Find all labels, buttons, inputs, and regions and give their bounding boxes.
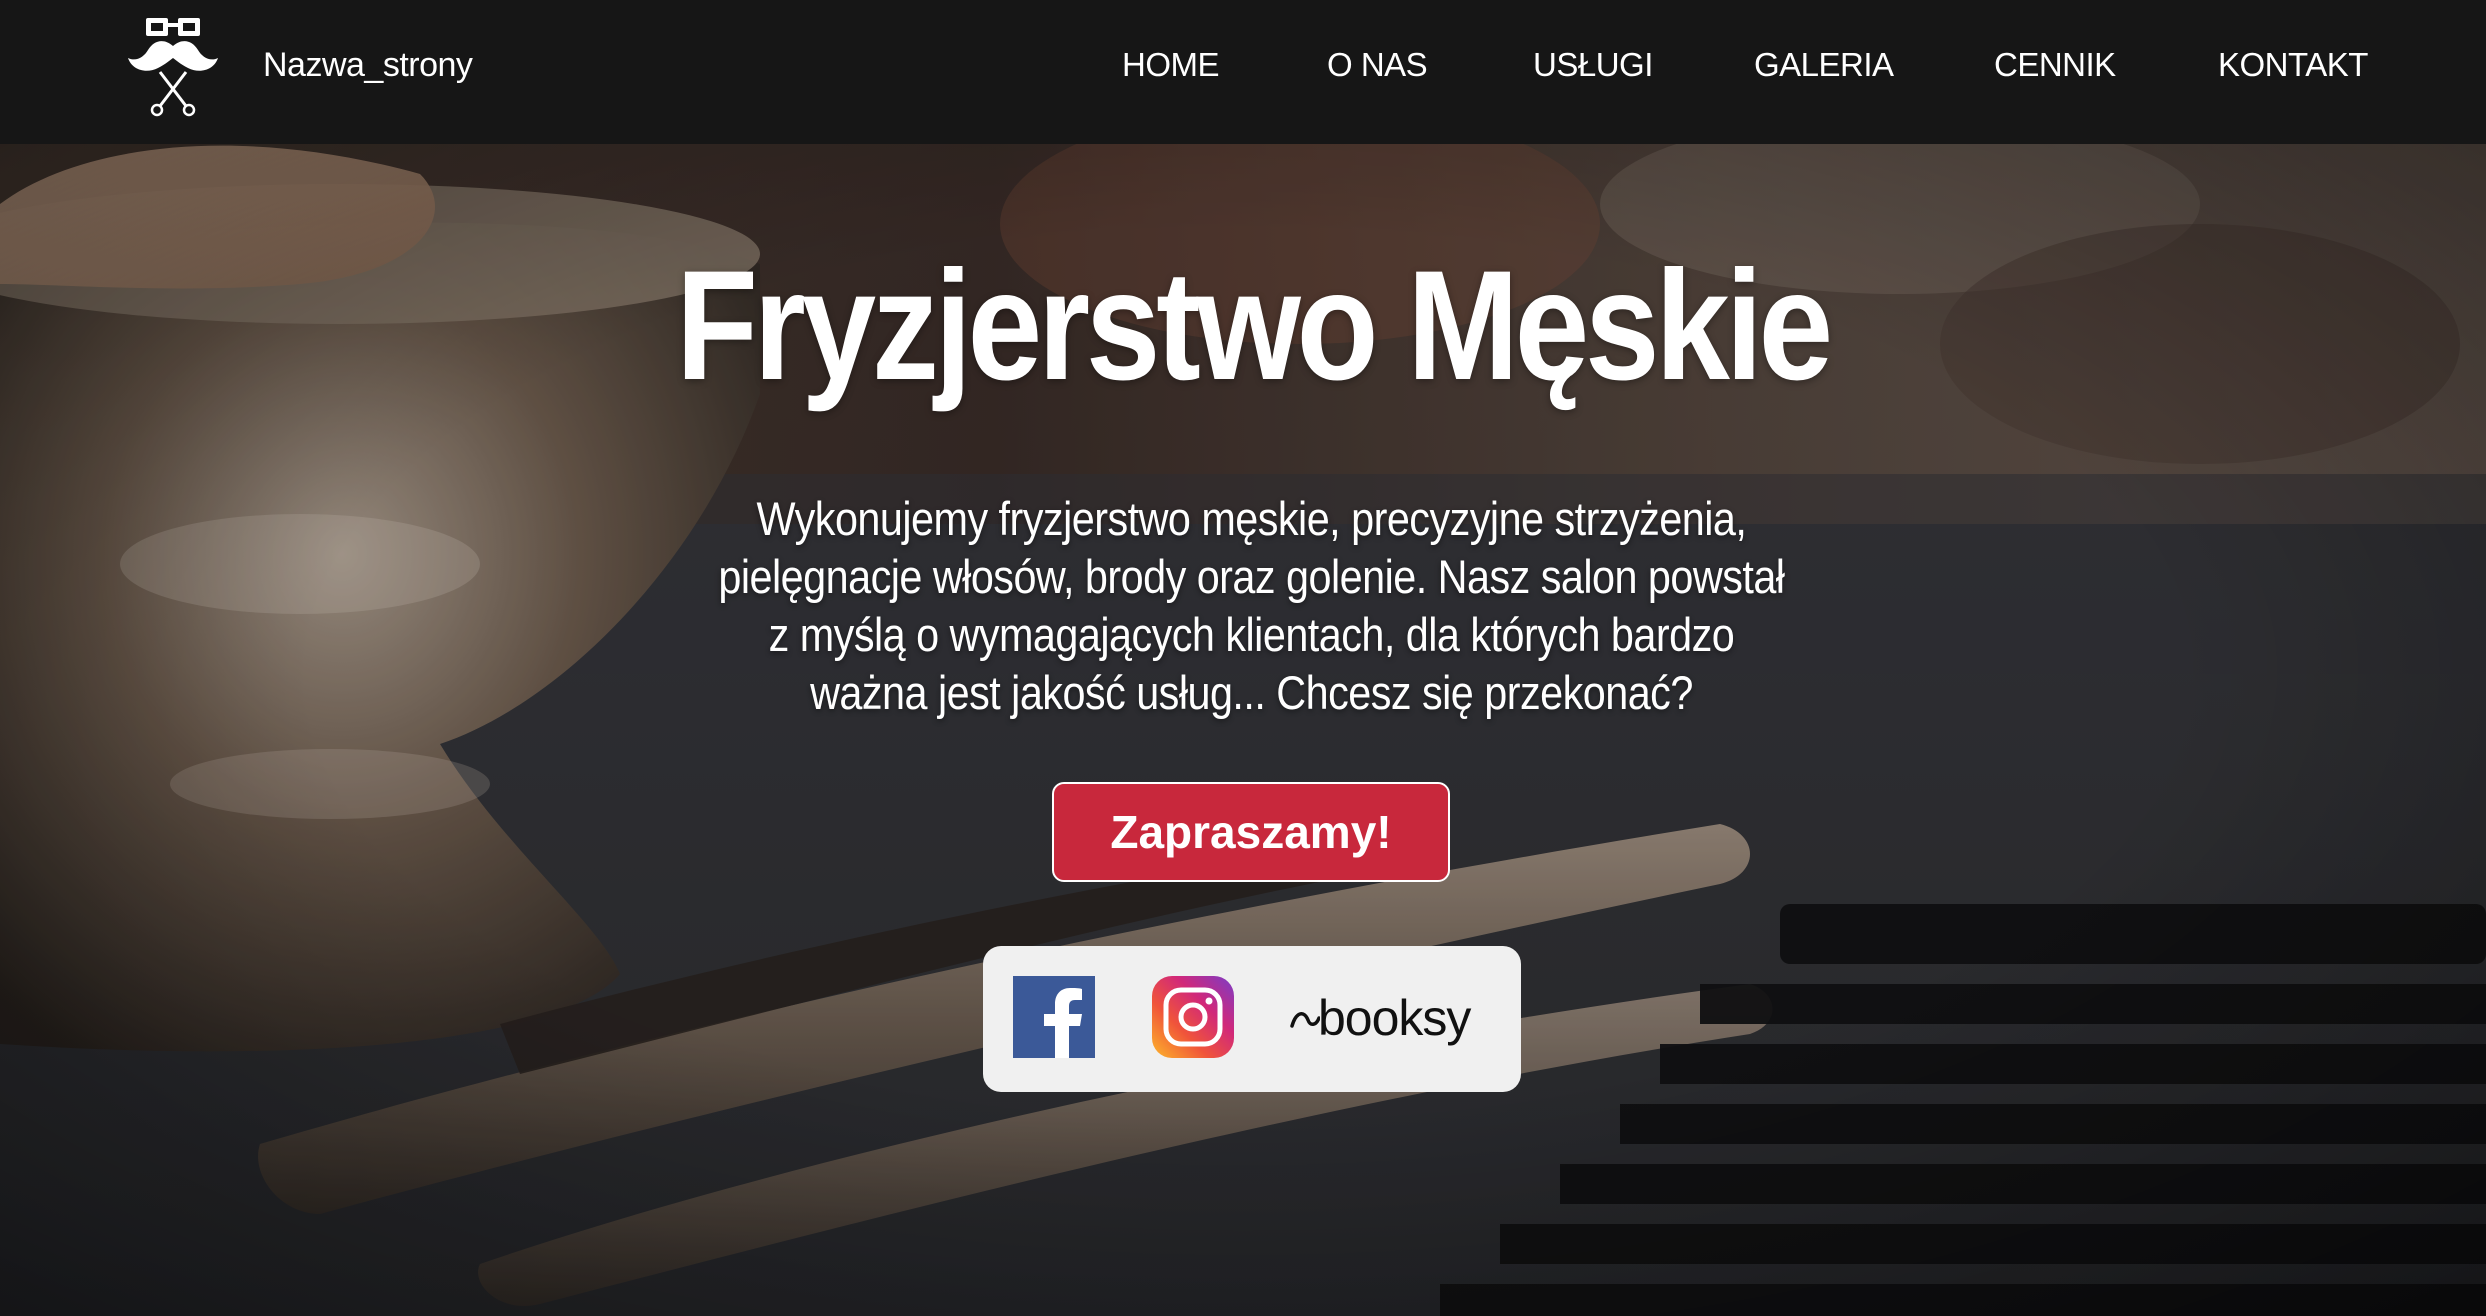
nav-item-galeria[interactable]: GALERIA: [1754, 40, 1894, 90]
page: Nazwa_strony HOME O NAS USŁUGI GALERIA C…: [0, 0, 2486, 1316]
nav-item-o-nas[interactable]: O NAS: [1327, 40, 1428, 90]
booksy-link[interactable]: booksy: [1290, 976, 1490, 1058]
hero-section: Fryzjerstwo Męskie Wykonujemy fryzjerstw…: [0, 144, 2486, 1316]
booksy-smile-icon: [1290, 1012, 1320, 1028]
nav-item-home[interactable]: HOME: [1122, 40, 1220, 90]
mustache-logo-icon[interactable]: [124, 10, 222, 118]
booksy-label: booksy: [1318, 990, 1471, 1046]
nav-item-kontakt[interactable]: KONTAKT: [2218, 40, 2368, 90]
instagram-icon[interactable]: [1152, 976, 1234, 1058]
site-name[interactable]: Nazwa_strony: [263, 40, 473, 90]
nav-item-cennik[interactable]: CENNIK: [1994, 40, 2116, 90]
zapraszamy-button[interactable]: Zapraszamy!: [1052, 782, 1450, 882]
hero-description: Wykonujemy fryzjerstwo męskie, precyzyjn…: [718, 492, 1785, 719]
nav-item-uslugi[interactable]: USŁUGI: [1533, 40, 1653, 90]
facebook-icon[interactable]: [1013, 976, 1095, 1058]
social-links-box: booksy: [983, 946, 1521, 1092]
hero-title: Fryzjerstwo Męskie: [675, 239, 1833, 413]
top-navbar: Nazwa_strony HOME O NAS USŁUGI GALERIA C…: [0, 0, 2486, 144]
